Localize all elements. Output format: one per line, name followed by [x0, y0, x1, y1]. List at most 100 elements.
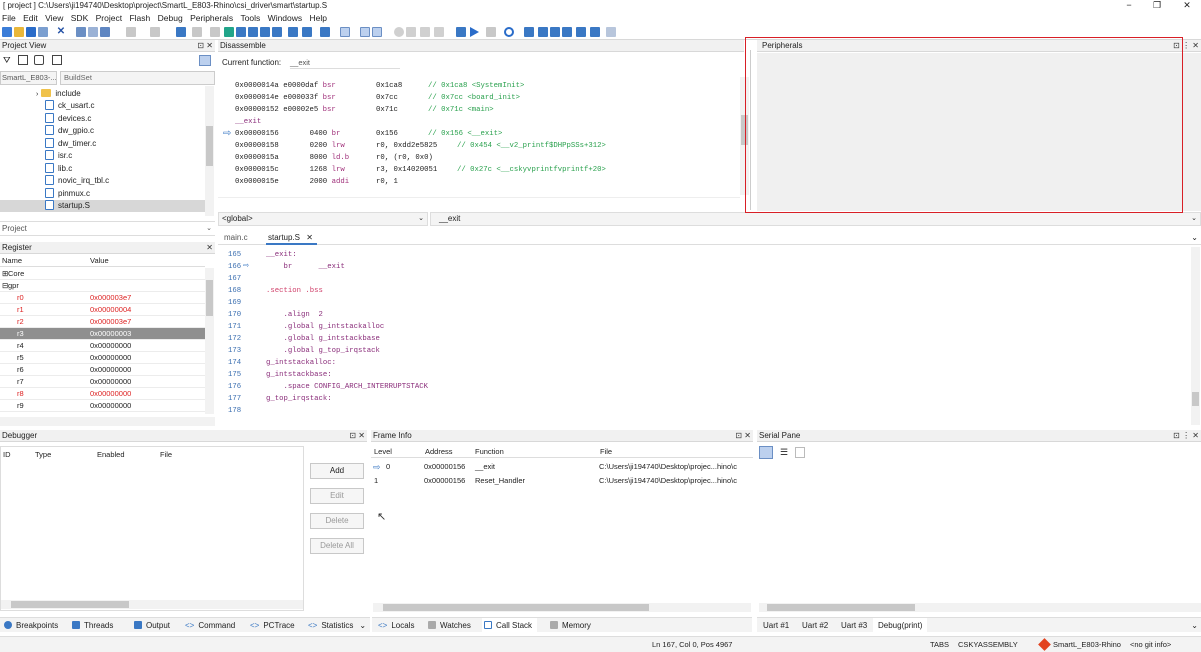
edit-button[interactable]: Edit	[310, 488, 364, 504]
project-select[interactable]: SmartL_E803-...	[0, 71, 57, 85]
reg-value[interactable]: 0x00000000	[90, 376, 131, 388]
bookmark-icon[interactable]	[224, 27, 234, 37]
menu-view[interactable]: View	[45, 12, 63, 25]
code-line[interactable]: 174 g_intstackalloc:	[218, 357, 1193, 369]
register-group-gpr[interactable]: ⊟ gpr	[0, 280, 205, 292]
locate-icon[interactable]: ⛛	[3, 55, 13, 65]
tree-file[interactable]: dw_gpio.c	[45, 125, 94, 137]
reg-value[interactable]: 0x00000000	[90, 400, 131, 412]
register-row[interactable]: r0 0x000003e7	[0, 292, 205, 304]
code-line[interactable]: 169	[218, 297, 1193, 309]
register-scrollbar[interactable]	[205, 268, 214, 414]
reg-value[interactable]: 0x000003e7	[90, 316, 131, 328]
tree-file[interactable]: dw_timer.c	[45, 137, 96, 150]
delete-button[interactable]: Delete	[310, 513, 364, 529]
code-line[interactable]: 173 .global g_top_irqstack	[218, 345, 1193, 357]
scroll-thumb[interactable]	[11, 601, 129, 608]
stop-debug-icon[interactable]	[504, 27, 514, 37]
symbol-select[interactable]: __exit ⌄	[430, 212, 1201, 226]
code-line[interactable]: 178	[218, 405, 1193, 417]
zoom-out-icon[interactable]	[372, 27, 382, 37]
tab-statistics[interactable]: <> Statistics ⌄	[306, 618, 366, 633]
chevron-down-icon[interactable]: ⌄	[1191, 230, 1198, 245]
scroll-thumb[interactable]	[206, 126, 213, 166]
code-line[interactable]: 177 g_top_irqstack:	[218, 393, 1193, 405]
back-icon[interactable]	[176, 27, 186, 37]
tab-startup-s[interactable]: startup.S ✕	[266, 230, 317, 245]
chevron-right-icon[interactable]: ›	[36, 91, 38, 98]
scroll-thumb[interactable]	[206, 280, 213, 316]
tab-uart-2[interactable]: Uart #2	[800, 618, 828, 633]
register-row[interactable]: r5 0x00000000	[0, 352, 205, 364]
status-git[interactable]: <no git info>	[1130, 637, 1171, 652]
chevron-down-icon[interactable]: ⌄	[418, 213, 424, 225]
menu-project[interactable]: Project	[96, 12, 122, 25]
serial-settings-icon[interactable]: ☰	[778, 446, 790, 459]
frame-info-controls[interactable]: ⊡ ✕	[735, 430, 751, 442]
asm-line[interactable]: 0x0000014a e0000daf bsr 0x1ca8 // 0x1ca8 <…	[235, 80, 524, 92]
prev-bookmark-icon[interactable]	[236, 27, 246, 37]
code-line[interactable]: 175 g_intstackbase:	[218, 369, 1193, 381]
frame-hscrollbar[interactable]	[373, 603, 751, 612]
menu-debug[interactable]: Debug	[158, 12, 183, 25]
home-nav-icon[interactable]	[210, 27, 220, 37]
project-tab[interactable]: Project ⌄	[0, 221, 215, 236]
reg-value[interactable]: 0x00000000	[90, 388, 131, 400]
register-row[interactable]: r6 0x00000000	[0, 364, 205, 376]
menu-peripherals[interactable]: Peripherals	[190, 12, 233, 25]
register-close[interactable]: ✕	[206, 242, 213, 254]
reg-value[interactable]: 0x00000004	[90, 304, 131, 316]
register-row[interactable]: r9 0x00000000	[0, 400, 205, 412]
editor-scrollbar[interactable]	[1191, 247, 1200, 425]
run-to-cursor-icon[interactable]	[576, 27, 586, 37]
add-button[interactable]: Add	[310, 463, 364, 479]
status-tabs[interactable]: TABS	[930, 637, 949, 652]
tab-locals[interactable]: <> Locals	[376, 618, 414, 633]
project-house-icon[interactable]	[52, 55, 62, 65]
project-view-controls[interactable]: ⊡ ✕	[197, 40, 213, 52]
list-bookmark-icon[interactable]	[272, 27, 282, 37]
code-line[interactable]: 171 .global g_intstackalloc	[218, 321, 1193, 333]
menu-tools[interactable]: Tools	[240, 12, 260, 25]
tree-file[interactable]: devices.c	[45, 112, 91, 125]
reg-value[interactable]: 0x00000000	[90, 352, 131, 364]
step-out-icon[interactable]	[550, 27, 560, 37]
code-line-current[interactable]: 166 ⇨ br __exit	[218, 261, 1193, 273]
asm-line[interactable]: 0x0000015c 1268 lrw r3, 0x14020051 // 0x27…	[235, 164, 606, 176]
register-row[interactable]: r7 0x00000000	[0, 376, 205, 388]
minimize-button[interactable]: −	[1122, 0, 1136, 11]
tree-file[interactable]: lib.c	[45, 162, 72, 175]
open-folder-icon[interactable]	[14, 27, 24, 37]
serial-clear-icon[interactable]	[795, 447, 805, 458]
chevron-down-icon[interactable]: ⌄	[206, 222, 212, 236]
scroll-thumb[interactable]	[767, 604, 915, 611]
reg-value[interactable]: 0x00000000	[90, 364, 131, 376]
new-file-icon[interactable]	[2, 27, 12, 37]
menu-sdk[interactable]: SDK	[71, 12, 88, 25]
chevron-down-icon[interactable]: ⌄	[1191, 618, 1198, 633]
tab-threads[interactable]: Threads	[70, 618, 113, 633]
replace-icon[interactable]	[302, 27, 312, 37]
serial-hscrollbar[interactable]	[759, 603, 1201, 612]
tab-pctrace[interactable]: <> PCTrace	[248, 618, 295, 633]
debug-icon[interactable]	[456, 27, 466, 37]
tab-memory[interactable]: Memory	[548, 618, 591, 633]
chevron-down-icon[interactable]: ⌄	[1191, 213, 1197, 225]
delete-all-button[interactable]: Delete All	[310, 538, 364, 554]
menu-edit[interactable]: Edit	[23, 12, 38, 25]
maximize-button[interactable]: ❐	[1150, 0, 1164, 11]
asm-line[interactable]: 0x0000015a 8000 ld.b r0, (r0, 0x0)	[235, 152, 433, 164]
find-icon[interactable]	[288, 27, 298, 37]
redo-icon[interactable]	[150, 27, 160, 37]
find-in-files-icon[interactable]	[320, 27, 330, 37]
pause-icon[interactable]	[486, 27, 496, 37]
undo-icon[interactable]	[126, 27, 136, 37]
file-tree-scrollbar[interactable]	[205, 86, 214, 216]
tab-command[interactable]: <> Command	[183, 618, 235, 633]
step-instruction-icon[interactable]	[590, 27, 600, 37]
reg-value[interactable]: 0x00000000	[90, 340, 131, 352]
run-icon[interactable]	[470, 27, 479, 37]
close-file-icon[interactable]: ✕	[56, 27, 66, 37]
asm-line[interactable]: 0x0000015e 2000 addi r0, 1	[235, 176, 398, 188]
scope-select[interactable]: <global> ⌄	[218, 212, 428, 226]
